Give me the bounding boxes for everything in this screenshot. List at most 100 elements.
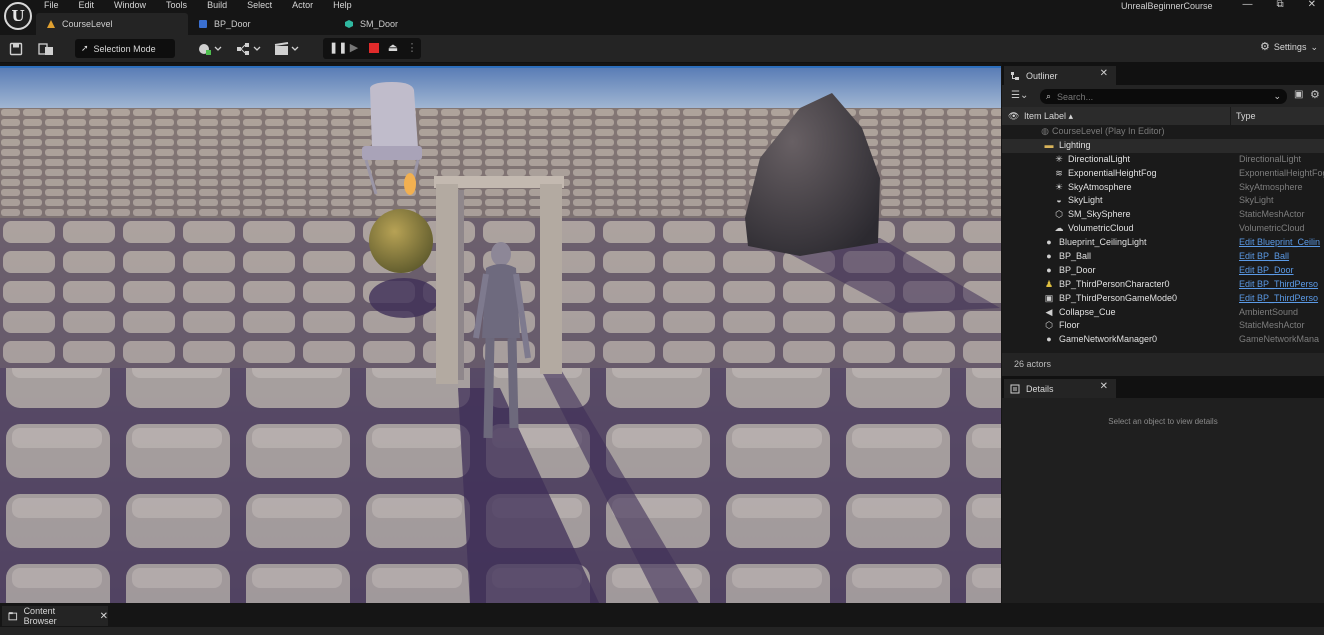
step-icon[interactable]: ▶ (347, 41, 361, 55)
more-options-icon[interactable]: ⋮ (405, 41, 419, 55)
selection-mode-label: Selection Mode (93, 43, 156, 54)
visibility-eye-icon[interactable]: 👁 (1008, 111, 1019, 122)
pause-icon[interactable]: ❚❚ (329, 41, 347, 55)
sky (0, 68, 1001, 113)
static-mesh-icon: ⬡ (1055, 209, 1063, 220)
outliner-tab[interactable]: Outliner ✕ (1004, 66, 1116, 85)
speaker-icon: ◀ (1045, 306, 1053, 317)
document-tabs: CourseLevel BP_Door SM_Door (36, 13, 408, 35)
outliner-icon (1011, 71, 1019, 80)
outliner-column-header: 👁 Item Label ▴ Type (1002, 107, 1324, 125)
minimize-button[interactable]: — (1242, 0, 1252, 10)
content-browser-label: Content Browser (23, 606, 57, 626)
add-folder-icon[interactable]: ▣ (1294, 89, 1303, 100)
menu-window[interactable]: Window (114, 0, 146, 12)
menu-help[interactable]: Help (333, 0, 352, 12)
outliner-row-blueprint-ceilinglight[interactable]: ● Blueprint_CeilingLight Edit Blueprint_… (1002, 236, 1324, 250)
sky-atmosphere-icon: ☀ (1054, 181, 1064, 192)
menu-file[interactable]: File (44, 0, 59, 12)
tab-courselevel[interactable]: CourseLevel (36, 13, 188, 35)
details-tab[interactable]: Details ✕ (1004, 379, 1116, 398)
content-browser-tab[interactable]: Content Browser ✕ (2, 606, 108, 626)
close-button[interactable]: ✕ (1308, 0, 1316, 10)
menu-bar: File Edit Window Tools Build Select Acto… (44, 0, 372, 12)
outliner-row-lighting[interactable]: ▬ Lighting (1002, 138, 1324, 153)
main-toolbar: ➚ Selection Mode ❚❚ ▶ ⏏ ⋮ ⚙ Settings ⌄ (0, 35, 1324, 63)
actor-icon: ● (1046, 251, 1052, 262)
ball-actor[interactable] (369, 209, 433, 273)
outliner-panel: Outliner ✕ ☰⌄ ⌕ Search... ⌄ ▣ ⚙ 👁 Item L… (1002, 63, 1324, 376)
outliner-row-exponentialheightfog[interactable]: ≋ ExponentialHeightFog ExponentialHeight… (1002, 167, 1324, 181)
outliner-row-courselevel[interactable]: ◍ CourseLevel (Play In Editor) (1002, 125, 1324, 139)
viewport-render[interactable] (0, 68, 1001, 603)
eject-icon[interactable]: ⏏ (386, 41, 400, 55)
outliner-row-skylight[interactable]: ◒ SkyLight SkyLight (1002, 194, 1324, 208)
tab-sm-door[interactable]: SM_Door (334, 13, 408, 35)
menu-actor[interactable]: Actor (292, 0, 313, 12)
outliner-row-sm-skysphere[interactable]: ⬡ SM_SkySphere StaticMeshActor (1002, 208, 1324, 222)
content-browser-icon (8, 612, 18, 621)
close-icon[interactable]: ✕ (100, 611, 108, 622)
cloud-icon: ☁ (1054, 223, 1064, 234)
menu-build[interactable]: Build (207, 0, 227, 12)
menu-select[interactable]: Select (247, 0, 272, 12)
select-arrow-icon: ➚ (81, 43, 89, 53)
outliner-row-floor[interactable]: ⬡ Floor StaticMeshActor (1002, 319, 1324, 333)
outliner-row-directionallight[interactable]: ✳ DirectionalLight DirectionalLight (1002, 153, 1324, 167)
outliner-row-bp-ball[interactable]: ● BP_Ball Edit BP_Ball (1002, 250, 1324, 264)
column-item-label[interactable]: Item Label ▴ (1024, 111, 1073, 122)
selection-mode-dropdown[interactable]: ➚ Selection Mode (75, 39, 175, 58)
menu-edit[interactable]: Edit (79, 0, 95, 12)
directional-light-icon: ✳ (1055, 153, 1063, 164)
settings-button[interactable]: ⚙ Settings ⌄ (1260, 42, 1318, 53)
outliner-row-bp-thirdpersoncharacter[interactable]: ♟ BP_ThirdPersonCharacter0 Edit BP_Third… (1002, 278, 1324, 292)
outliner-row-bp-door[interactable]: ● BP_Door Edit BP_Door (1002, 264, 1324, 278)
actor-count: 26 actors (1002, 353, 1324, 376)
close-icon[interactable]: ✕ (1100, 381, 1108, 392)
outliner-row-gamenetworkmanager[interactable]: ● GameNetworkManager0 GameNetworkMana (1002, 333, 1324, 347)
play-controls: ❚❚ ▶ ⏏ ⋮ (323, 38, 421, 59)
content-icon[interactable] (38, 41, 54, 57)
outliner-row-bp-thirdpersongamemode[interactable]: ▣ BP_ThirdPersonGameMode0 Edit BP_ThirdP… (1002, 292, 1324, 306)
outliner-tab-label: Outliner (1026, 70, 1058, 81)
folder-icon: ▬ (1044, 139, 1054, 150)
menu-tools[interactable]: Tools (166, 0, 187, 12)
stop-icon[interactable] (367, 41, 381, 55)
blueprints-icon[interactable] (236, 41, 262, 57)
world-icon: ◍ (1041, 126, 1049, 136)
static-mesh-icon (345, 20, 353, 28)
details-icon (1010, 384, 1020, 393)
filter-icon[interactable]: ☰⌄ (1011, 90, 1028, 101)
outliner-row-skyatmosphere[interactable]: ☀ SkyAtmosphere SkyAtmosphere (1002, 181, 1324, 195)
ball-shadow (369, 278, 439, 318)
maximize-button[interactable]: ⧉ (1276, 0, 1283, 10)
outliner-row-collapse-cue[interactable]: ◀ Collapse_Cue AmbientSound (1002, 306, 1324, 320)
window-controls: — ⧉ ✕ (1242, 0, 1316, 10)
unreal-logo-icon[interactable]: U (4, 2, 32, 30)
outliner-tree: ◍ CourseLevel (Play In Editor) ▬ Lightin… (1002, 125, 1324, 347)
outliner-row-volumetriccloud[interactable]: ☁ VolumetricCloud VolumetricCloud (1002, 222, 1324, 236)
blueprint-icon (199, 20, 207, 28)
settings-label: Settings (1273, 42, 1307, 52)
level-viewport[interactable] (0, 66, 1001, 603)
details-empty-message: Select an object to view details (1108, 417, 1218, 426)
details-panel: Details ✕ Select an object to view detai… (1002, 376, 1324, 603)
tab-label: SM_Door (360, 19, 399, 29)
save-icon[interactable] (9, 41, 23, 57)
add-actor-icon[interactable] (197, 41, 223, 57)
title-bar: U File Edit Window Tools Build Select Ac… (0, 0, 1324, 35)
cinematics-icon[interactable] (274, 41, 300, 57)
details-tab-bar: Details ✕ (1002, 376, 1324, 398)
gear-icon: ⚙ (1260, 41, 1270, 53)
outliner-tab-bar: Outliner ✕ (1002, 63, 1324, 85)
outliner-search-input[interactable]: ⌕ Search... ⌄ (1040, 89, 1287, 104)
actor-icon: ● (1046, 334, 1052, 345)
column-type[interactable]: Type (1236, 111, 1256, 121)
tab-bp-door[interactable]: BP_Door (188, 13, 334, 35)
sky-light-icon: ◒ (1056, 195, 1062, 206)
tab-label: BP_Door (214, 19, 251, 29)
level-icon (47, 20, 55, 28)
chevron-down-icon[interactable]: ⌄ (1273, 91, 1281, 102)
gear-icon[interactable]: ⚙ (1310, 88, 1320, 101)
close-icon[interactable]: ✕ (1100, 68, 1108, 79)
